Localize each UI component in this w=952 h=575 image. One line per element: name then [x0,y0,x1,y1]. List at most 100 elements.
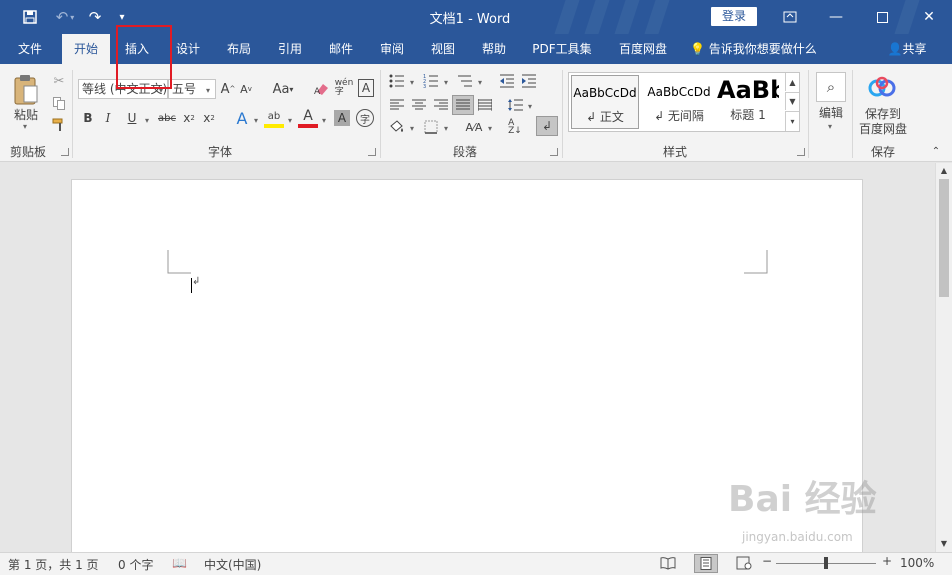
character-border-icon[interactable]: A [358,79,374,97]
change-case-icon[interactable]: Aa ▾ [270,79,296,99]
zoom-level[interactable]: 100% [900,556,934,570]
paste-icon[interactable] [10,72,42,108]
font-color-icon[interactable]: A [298,108,318,128]
borders-icon[interactable] [422,118,440,136]
redo-icon[interactable]: ↷ [84,6,106,28]
superscript-icon[interactable]: x2 [200,109,218,127]
zoom-slider-thumb[interactable] [824,557,828,569]
asian-layout-dropdown-icon[interactable]: ▾ [488,124,492,133]
align-center-icon[interactable] [410,96,428,114]
gallery-scroll-down-icon[interactable]: ▼ [785,92,799,110]
numbering-icon[interactable]: 123 [422,72,440,90]
tell-me-search[interactable]: 💡 告诉我你想要做什么 [690,34,830,64]
borders-dropdown-icon[interactable]: ▾ [444,124,448,133]
italic-icon[interactable]: I [100,109,116,127]
decrease-indent-icon[interactable] [498,72,516,90]
multilevel-list-icon[interactable] [456,72,474,90]
increase-indent-icon[interactable] [520,72,538,90]
print-layout-icon[interactable] [694,554,718,573]
tab-design[interactable]: 设计 [166,34,210,64]
asian-layout-icon[interactable]: A⁄A [464,118,484,136]
scroll-thumb[interactable] [939,179,949,297]
paste-label[interactable]: 粘贴 [8,106,44,122]
highlight-dropdown-icon[interactable]: ▾ [288,116,292,125]
highlight-color-icon[interactable]: ab [264,108,284,128]
bullets-icon[interactable] [388,72,406,90]
vertical-scrollbar[interactable]: ▲ ▼ [935,163,952,552]
find-icon[interactable]: ⌕ [816,72,846,102]
zoom-out-icon[interactable]: − [762,554,772,568]
save-icon[interactable] [18,6,42,28]
paste-dropdown-icon[interactable]: ▾ [23,122,27,131]
character-shading-icon[interactable]: A [334,110,350,126]
scroll-up-icon[interactable]: ▲ [936,163,952,177]
copy-icon[interactable] [50,94,68,112]
line-spacing-icon[interactable] [506,96,524,114]
font-color-dropdown-icon[interactable]: ▾ [322,116,326,125]
underline-dropdown-icon[interactable]: ▾ [145,116,149,125]
enclose-characters-icon[interactable]: 字 [356,109,374,127]
editing-dropdown-icon[interactable]: ▾ [828,122,832,131]
strikethrough-icon[interactable]: abc [156,109,178,127]
clear-formatting-icon[interactable]: A [312,79,332,99]
numbering-dropdown-icon[interactable]: ▾ [444,78,448,87]
paragraph-launcher-icon[interactable] [550,148,558,156]
login-button[interactable]: 登录 [711,7,757,26]
style-normal[interactable]: AaBbCcDd ↲ 正文 [571,75,639,129]
tab-review[interactable]: 审阅 [370,34,414,64]
shading-icon[interactable] [388,118,406,136]
gallery-more-icon[interactable]: ▾ [785,111,799,131]
tab-file[interactable]: 文件 [8,34,52,64]
tab-references[interactable]: 引用 [268,34,312,64]
undo-icon[interactable]: ↶ ▾ [50,6,80,28]
baidu-netdisk-icon[interactable] [866,74,898,102]
style-heading-1[interactable]: AaBb 标题 1 [717,75,779,129]
text-effects-dropdown-icon[interactable]: ▾ [254,116,258,125]
tab-layout[interactable]: 布局 [217,34,261,64]
distributed-icon[interactable] [476,96,494,114]
sort-icon[interactable]: A Z↓ [506,118,524,136]
font-size-dropdown-icon[interactable]: ▾ [206,86,210,95]
style-no-spacing[interactable]: AaBbCcDd ↲ 无间隔 [643,75,715,129]
text-effects-icon[interactable]: A [232,108,252,128]
align-left-icon[interactable] [388,96,406,114]
show-formatting-marks-icon[interactable]: ↲ [536,116,558,136]
share-button[interactable]: 👤共享 [882,34,932,64]
bullets-dropdown-icon[interactable]: ▾ [410,78,414,87]
bold-icon[interactable]: B [80,109,96,127]
word-count[interactable]: 0 个字 [118,556,153,573]
tab-pdf-tools[interactable]: PDF工具集 [526,34,598,64]
font-launcher-icon[interactable] [368,148,376,156]
gallery-scroll-up-icon[interactable]: ▲ [785,73,799,91]
maximize-icon[interactable] [859,0,905,34]
clipboard-launcher-icon[interactable] [61,148,69,156]
page-count[interactable]: 第 1 页，共 1 页 [8,556,99,573]
zoom-in-icon[interactable]: + [882,554,892,568]
web-layout-icon[interactable] [736,556,752,573]
read-mode-icon[interactable] [660,556,676,573]
scroll-down-icon[interactable]: ▼ [936,536,952,550]
tab-help[interactable]: 帮助 [472,34,516,64]
justify-icon[interactable] [452,95,474,115]
tab-home[interactable]: 开始 [62,34,110,64]
tab-mailings[interactable]: 邮件 [319,34,363,64]
ribbon-display-options-icon[interactable] [767,0,813,34]
styles-launcher-icon[interactable] [797,148,805,156]
shading-dropdown-icon[interactable]: ▾ [410,124,414,133]
phonetic-guide-icon[interactable]: wén 字 [334,77,354,99]
align-right-icon[interactable] [432,96,450,114]
multilevel-dropdown-icon[interactable]: ▾ [478,78,482,87]
tab-baidu-netdisk[interactable]: 百度网盘 [610,34,676,64]
save-to-baidu-line2[interactable]: 百度网盘 [856,120,910,136]
tab-view[interactable]: 视图 [421,34,465,64]
grow-font-icon[interactable]: A ^ [220,79,236,99]
close-icon[interactable]: ✕ [906,0,952,34]
language[interactable]: 中文(中国) [204,556,261,573]
line-spacing-dropdown-icon[interactable]: ▾ [528,102,532,111]
collapse-ribbon-icon[interactable]: ⌃ [928,144,944,158]
editing-label[interactable]: 编辑 [812,104,850,120]
proofing-icon[interactable]: 📖 [172,556,187,570]
format-painter-icon[interactable] [50,116,68,134]
cut-icon[interactable]: ✂ [50,72,68,90]
underline-icon[interactable]: U [122,109,142,127]
